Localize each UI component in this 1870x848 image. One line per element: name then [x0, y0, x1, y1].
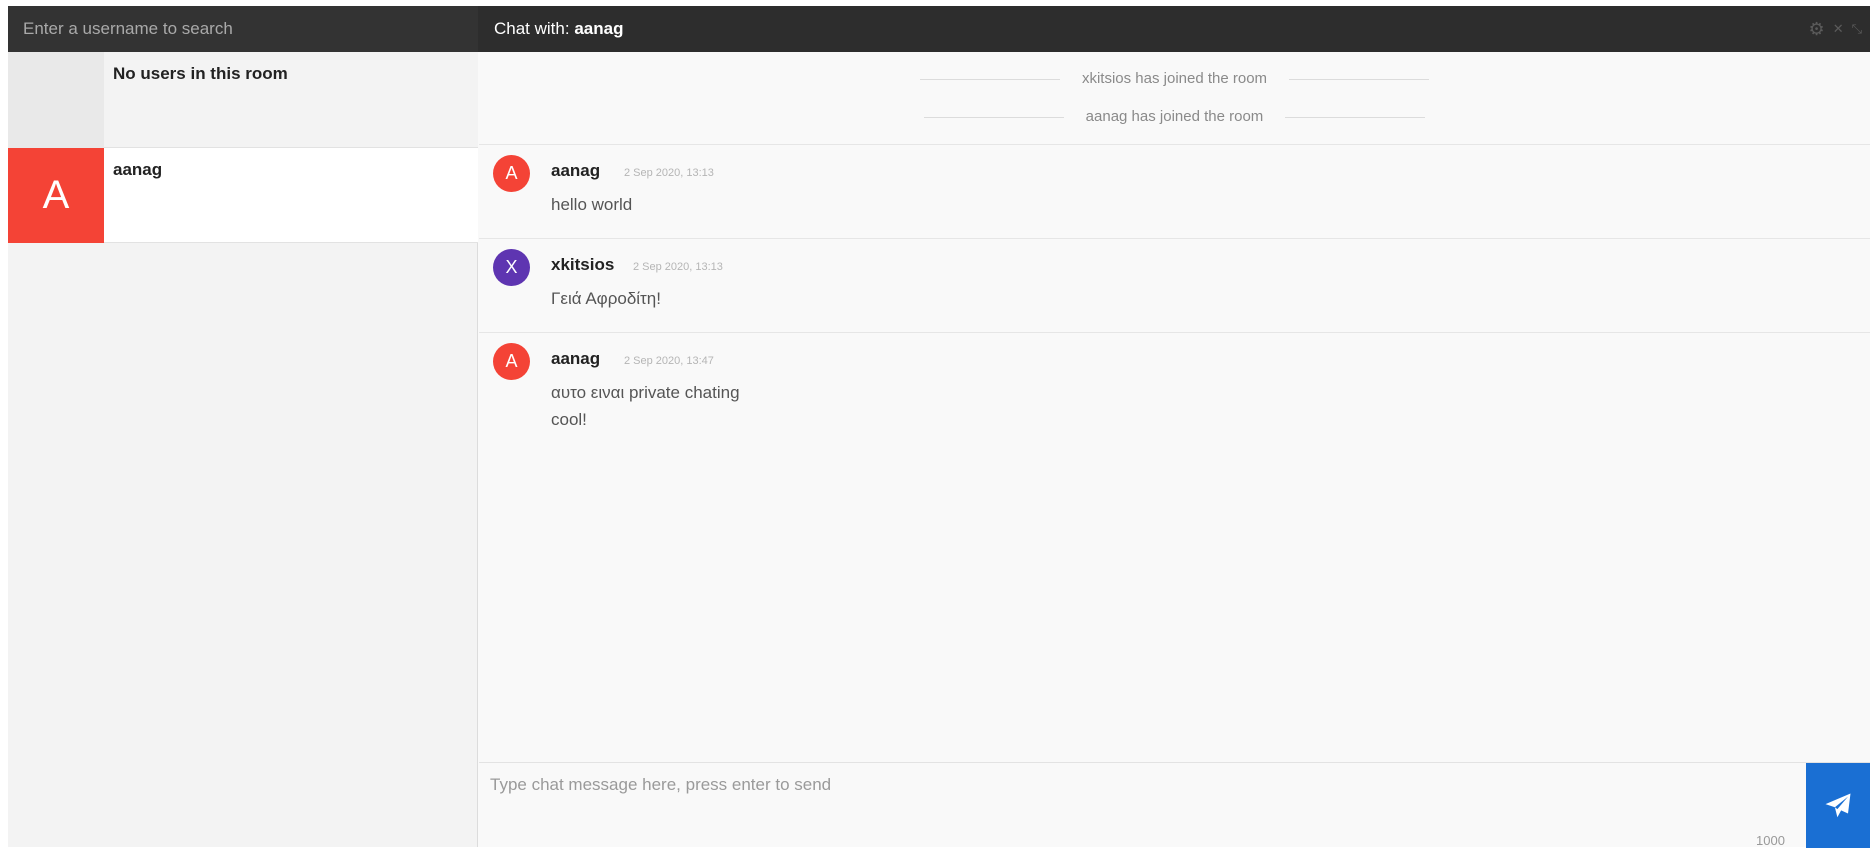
message-author: aanag [551, 161, 601, 180]
avatar: A [8, 148, 104, 243]
avatar: A [493, 155, 530, 192]
room-status-row: No users in this room [8, 52, 478, 148]
chat-app: Chat with: aanag ⚙ ✕ ⤡ No users in this … [8, 6, 1870, 848]
system-message-text: xkitsios has joined the room [1081, 70, 1268, 87]
room-thumbnail [8, 52, 104, 148]
sidebar-item-label: aanag [113, 160, 163, 179]
system-message: aanag has joined the room [479, 108, 1870, 125]
top-bar: Chat with: aanag ⚙ ✕ ⤡ [8, 6, 1870, 52]
paper-plane-icon [1825, 793, 1851, 817]
collapse-icon[interactable]: ⤡ [1852, 20, 1862, 38]
chat-message: A aanag 2 Sep 2020, 13:47 αυτο ειναι pri… [479, 332, 1870, 462]
message-text: cool! [551, 410, 587, 429]
avatar: X [493, 249, 530, 286]
message-composer: 1000 [479, 762, 1870, 848]
chat-title: Chat with: aanag [494, 6, 623, 52]
chat-message: A aanag 2 Sep 2020, 13:13 hello world [479, 144, 1870, 238]
message-text: Γειά Αφροδίτη! [551, 289, 661, 308]
system-message-text: aanag has joined the room [1085, 108, 1264, 125]
chat-message: X xkitsios 2 Sep 2020, 13:13 Γειά Αφροδί… [479, 238, 1870, 332]
user-search-input[interactable] [8, 6, 478, 52]
room-status-label: No users in this room [113, 64, 288, 83]
chat-panel: xkitsios has joined the room aanag has j… [479, 52, 1870, 848]
divider [1285, 116, 1426, 118]
avatar: A [493, 343, 530, 380]
chat-title-user: aanag [574, 19, 624, 38]
char-counter: 1000 [1756, 833, 1785, 848]
gear-icon[interactable]: ⚙ [1809, 20, 1825, 38]
message-author: aanag [551, 349, 601, 368]
sidebar-item-aanag[interactable]: A aanag [8, 148, 478, 243]
message-text: hello world [551, 195, 633, 214]
divider [1289, 78, 1430, 80]
chat-title-prefix: Chat with: [494, 19, 570, 38]
message-author: xkitsios [551, 255, 615, 274]
system-message: xkitsios has joined the room [479, 70, 1870, 87]
window-controls: ⚙ ✕ ⤡ [1809, 20, 1862, 38]
send-button[interactable] [1806, 763, 1870, 848]
message-input[interactable] [479, 763, 1795, 848]
divider [923, 116, 1064, 118]
message-timestamp: 2 Sep 2020, 13:13 [624, 167, 714, 179]
close-icon[interactable]: ✕ [1833, 20, 1844, 38]
user-sidebar: No users in this room A aanag [8, 52, 478, 847]
message-text: αυτο ειναι private chating [551, 383, 740, 402]
divider [919, 78, 1060, 80]
message-timestamp: 2 Sep 2020, 13:47 [624, 355, 714, 367]
message-timestamp: 2 Sep 2020, 13:13 [633, 261, 723, 273]
